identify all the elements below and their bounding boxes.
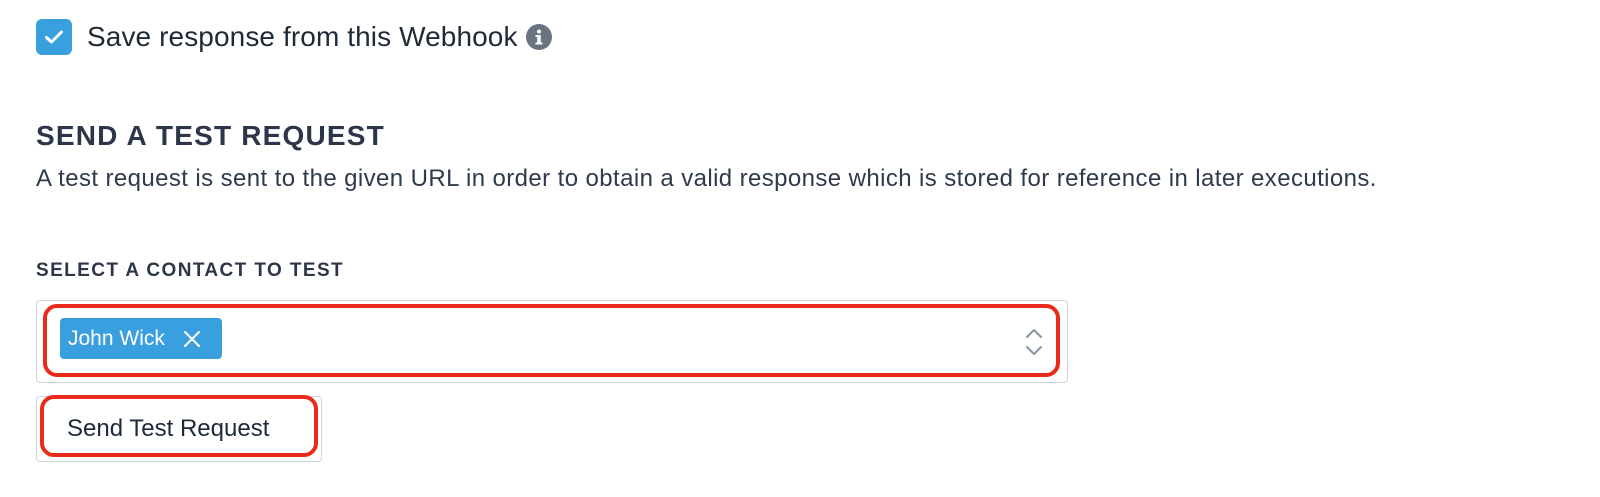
send-test-request-label: Send Test Request: [67, 415, 270, 442]
save-response-checkbox[interactable]: [36, 19, 72, 55]
send-test-request-button[interactable]: Send Test Request: [36, 396, 322, 462]
selected-contact-label: John Wick: [68, 326, 165, 350]
select-chevrons-icon[interactable]: [1024, 326, 1044, 358]
select-contact-label: SELECT A CONTACT TO TEST: [36, 260, 345, 281]
section-title: SEND A TEST REQUEST: [36, 120, 385, 151]
section-description: A test request is sent to the given URL …: [36, 165, 1377, 192]
selected-contact-tag: John Wick: [60, 318, 222, 359]
remove-contact-button[interactable]: [183, 330, 201, 348]
save-response-row: Save response from this Webhook: [36, 17, 552, 57]
checkmark-icon: [45, 30, 63, 44]
info-circle-icon[interactable]: [525, 24, 552, 50]
save-response-label: Save response from this Webhook: [87, 21, 518, 52]
close-icon: [183, 330, 200, 347]
